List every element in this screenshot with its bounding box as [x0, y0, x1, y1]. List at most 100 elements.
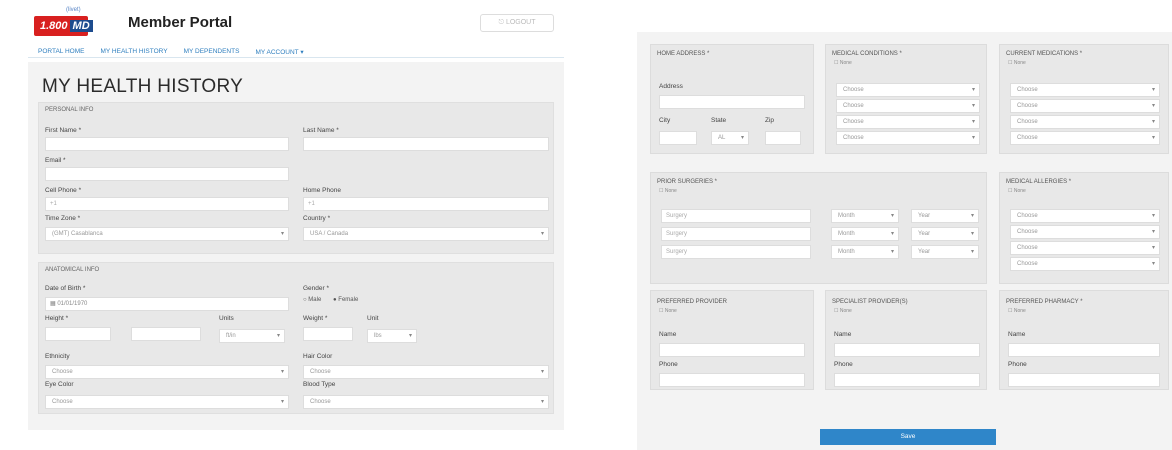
- address-input[interactable]: [659, 95, 805, 109]
- specialist-providers-card: SPECIALIST PROVIDER(S) ☐ None Name Phone: [825, 290, 987, 390]
- condition-select-2[interactable]: Choose: [836, 99, 980, 113]
- medication-select-1[interactable]: Choose: [1010, 83, 1160, 97]
- prior-surgeries-card: PRIOR SURGERIES * ☐ None Surgery Month Y…: [650, 172, 987, 284]
- none-checkbox[interactable]: ☐ None: [834, 60, 852, 66]
- last-name-input[interactable]: [303, 137, 549, 151]
- state-select[interactable]: AL: [711, 131, 749, 145]
- health-history-right-panel: HOME ADDRESS * Address City State AL Zip…: [637, 32, 1172, 450]
- city-input[interactable]: [659, 131, 697, 145]
- none-checkbox[interactable]: ☐ None: [834, 308, 852, 314]
- surgery-year-select-1[interactable]: Year: [911, 209, 979, 223]
- condition-select-3[interactable]: Choose: [836, 115, 980, 129]
- hair-color-label: Hair Color: [303, 353, 333, 360]
- eye-color-select[interactable]: Choose: [45, 395, 289, 409]
- lock-icon: ⎋: [498, 19, 506, 26]
- card-title: HOME ADDRESS *: [657, 51, 710, 57]
- city-label: City: [659, 117, 671, 124]
- zip-input[interactable]: [765, 131, 801, 145]
- surgery-input-1[interactable]: Surgery: [661, 209, 811, 223]
- gender-label: Gender *: [303, 285, 330, 292]
- brand-logo[interactable]: 1.800 MD: [34, 16, 93, 36]
- gender-female-radio[interactable]: ● Female: [333, 297, 358, 303]
- card-title: MEDICAL CONDITIONS *: [832, 51, 902, 57]
- country-label: Country *: [303, 215, 331, 222]
- portal-title: Member Portal: [128, 14, 233, 31]
- weight-label: Weight *: [303, 315, 328, 322]
- medication-select-4[interactable]: Choose: [1010, 131, 1160, 145]
- medication-select-3[interactable]: Choose: [1010, 115, 1160, 129]
- specialist-name-input[interactable]: [834, 343, 980, 357]
- state-label: State: [711, 117, 727, 124]
- surgery-month-select-2[interactable]: Month: [831, 227, 899, 241]
- none-checkbox[interactable]: ☐ None: [659, 308, 677, 314]
- first-name-input[interactable]: [45, 137, 289, 151]
- none-checkbox[interactable]: ☐ None: [659, 188, 677, 194]
- none-checkbox[interactable]: ☐ None: [1008, 60, 1026, 66]
- ethnicity-label: Ethnicity: [45, 353, 70, 360]
- blood-type-select[interactable]: Choose: [303, 395, 549, 409]
- time-zone-select[interactable]: (GMT) Casablanca: [45, 227, 289, 241]
- cell-phone-input[interactable]: +1: [45, 197, 289, 211]
- nav-divider: [28, 57, 564, 58]
- home-phone-input[interactable]: +1: [303, 197, 549, 211]
- country-select[interactable]: USA / Canada: [303, 227, 549, 241]
- weight-input[interactable]: [303, 327, 353, 341]
- none-checkbox[interactable]: ☐ None: [1008, 308, 1026, 314]
- height-label: Height *: [45, 315, 69, 322]
- none-checkbox[interactable]: ☐ None: [1008, 188, 1026, 194]
- allergy-select-2[interactable]: Choose: [1010, 225, 1160, 239]
- medication-select-2[interactable]: Choose: [1010, 99, 1160, 113]
- surgery-input-2[interactable]: Surgery: [661, 227, 811, 241]
- card-title: CURRENT MEDICATIONS *: [1006, 51, 1083, 57]
- blood-type-label: Blood Type: [303, 381, 336, 388]
- page-title: MY HEALTH HISTORY: [42, 76, 244, 97]
- dob-label: Date of Birth *: [45, 285, 86, 292]
- unit-label: Unit: [367, 315, 379, 322]
- card-title: MEDICAL ALLERGIES *: [1006, 179, 1072, 185]
- nav-portal-home[interactable]: PORTAL HOME: [38, 48, 84, 56]
- pharmacy-phone-input[interactable]: [1008, 373, 1160, 387]
- nav-my-dependents[interactable]: MY DEPENDENTS: [184, 48, 240, 56]
- provider-name-input[interactable]: [659, 343, 805, 357]
- dob-input[interactable]: ▦ 01/01/1970: [45, 297, 289, 311]
- pharmacy-name-input[interactable]: [1008, 343, 1160, 357]
- height-units-select[interactable]: ft/in: [219, 329, 285, 343]
- surgery-input-3[interactable]: Surgery: [661, 245, 811, 259]
- height-feet-input[interactable]: [45, 327, 111, 341]
- home-address-card: HOME ADDRESS * Address City State AL Zip: [650, 44, 814, 154]
- card-title: PRIOR SURGERIES *: [657, 179, 718, 185]
- surgery-month-select-1[interactable]: Month: [831, 209, 899, 223]
- gender-male-radio[interactable]: ○ Male: [303, 297, 321, 303]
- provider-phone-input[interactable]: [659, 373, 805, 387]
- condition-select-4[interactable]: Choose: [836, 131, 980, 145]
- condition-select-1[interactable]: Choose: [836, 83, 980, 97]
- save-button[interactable]: Save: [820, 429, 996, 445]
- nav-my-account[interactable]: MY ACCOUNT ▾: [255, 48, 303, 56]
- email-input[interactable]: [45, 167, 289, 181]
- surgery-year-select-2[interactable]: Year: [911, 227, 979, 241]
- health-history-left-panel: 1.800 MD (livet) Member Portal ⎋ LOGOUT P…: [28, 0, 564, 430]
- card-title: PREFERRED PROVIDER: [657, 299, 728, 305]
- cell-phone-label: Cell Phone *: [45, 187, 82, 194]
- surgery-month-select-3[interactable]: Month: [831, 245, 899, 259]
- preferred-provider-card: PREFERRED PROVIDER ☐ None Name Phone: [650, 290, 814, 390]
- email-label: Email *: [45, 157, 66, 164]
- current-medications-card: CURRENT MEDICATIONS * ☐ None Choose Choo…: [999, 44, 1169, 154]
- time-zone-label: Time Zone *: [45, 215, 81, 222]
- nav-my-health-history[interactable]: MY HEALTH HISTORY: [100, 48, 167, 56]
- allergy-select-1[interactable]: Choose: [1010, 209, 1160, 223]
- main-nav: PORTAL HOME MY HEALTH HISTORY MY DEPENDE…: [38, 48, 304, 56]
- ethnicity-select[interactable]: Choose: [45, 365, 289, 379]
- hair-color-select[interactable]: Choose: [303, 365, 549, 379]
- allergy-select-4[interactable]: Choose: [1010, 257, 1160, 271]
- first-name-label: First Name *: [45, 127, 82, 134]
- medical-allergies-card: MEDICAL ALLERGIES * ☐ None Choose Choose…: [999, 172, 1169, 284]
- surgery-year-select-3[interactable]: Year: [911, 245, 979, 259]
- height-inches-input[interactable]: [131, 327, 201, 341]
- weight-unit-select[interactable]: lbs: [367, 329, 417, 343]
- specialist-phone-input[interactable]: [834, 373, 980, 387]
- logout-button[interactable]: ⎋ LOGOUT: [480, 14, 554, 32]
- home-phone-label: Home Phone: [303, 187, 341, 194]
- eye-color-label: Eye Color: [45, 381, 74, 388]
- allergy-select-3[interactable]: Choose: [1010, 241, 1160, 255]
